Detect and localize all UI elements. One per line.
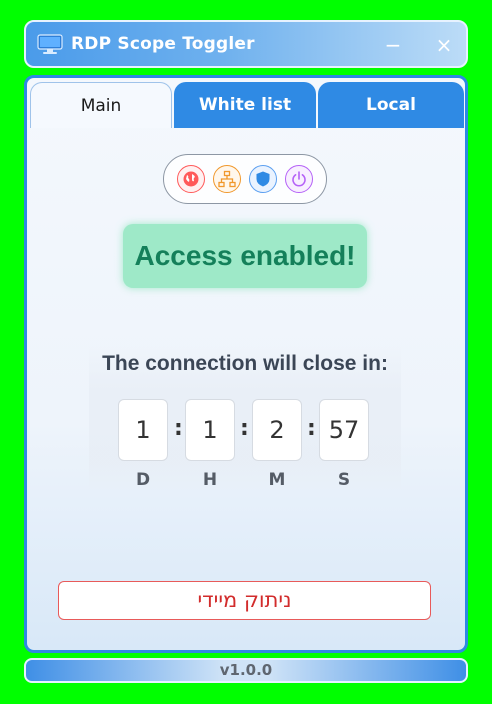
main-panel: Main White list Local Access enabled! Th…: [24, 75, 468, 653]
network-scope-button[interactable]: [213, 165, 241, 193]
status-badge: Access enabled!: [123, 224, 367, 288]
seconds-value: 57: [319, 399, 369, 461]
colon-separator: :: [240, 416, 249, 441]
tab-white-list[interactable]: White list: [174, 82, 316, 128]
monitor-icon: [37, 34, 63, 56]
disconnect-now-button[interactable]: ניתוק מיידי: [58, 581, 431, 620]
power-scope-button[interactable]: [285, 165, 313, 193]
tab-bar: Main White list Local: [30, 82, 464, 128]
minutes-value: 2: [252, 399, 302, 461]
window-title: RDP Scope Toggler: [71, 34, 255, 54]
network-icon: [218, 170, 236, 188]
minimize-button[interactable]: −: [380, 32, 406, 58]
tab-local[interactable]: Local: [318, 82, 464, 128]
minutes-unit-label: M: [268, 470, 286, 490]
days-unit-label: D: [135, 470, 151, 490]
countdown-label: The connection will close in:: [102, 352, 388, 375]
version-label: v1.0.0: [219, 661, 273, 679]
days-value: 1: [118, 399, 168, 461]
seconds-unit-label: S: [337, 470, 351, 490]
version-footer: v1.0.0: [24, 658, 468, 683]
colon-separator: :: [174, 416, 183, 441]
shield-scope-button[interactable]: [249, 165, 277, 193]
globe-scope-button[interactable]: [177, 165, 205, 193]
tab-main[interactable]: Main: [30, 82, 172, 128]
title-bar: RDP Scope Toggler − ×: [24, 20, 468, 68]
hours-unit-label: H: [202, 470, 218, 490]
colon-separator: :: [307, 416, 316, 441]
globe-icon: [183, 171, 199, 187]
scope-selector: [163, 154, 327, 204]
close-button[interactable]: ×: [431, 32, 457, 58]
power-icon: [292, 171, 306, 187]
hours-value: 1: [185, 399, 235, 461]
shield-icon: [256, 171, 270, 187]
countdown-timer: The connection will close in: 1 : 1 : 2 …: [89, 346, 401, 494]
